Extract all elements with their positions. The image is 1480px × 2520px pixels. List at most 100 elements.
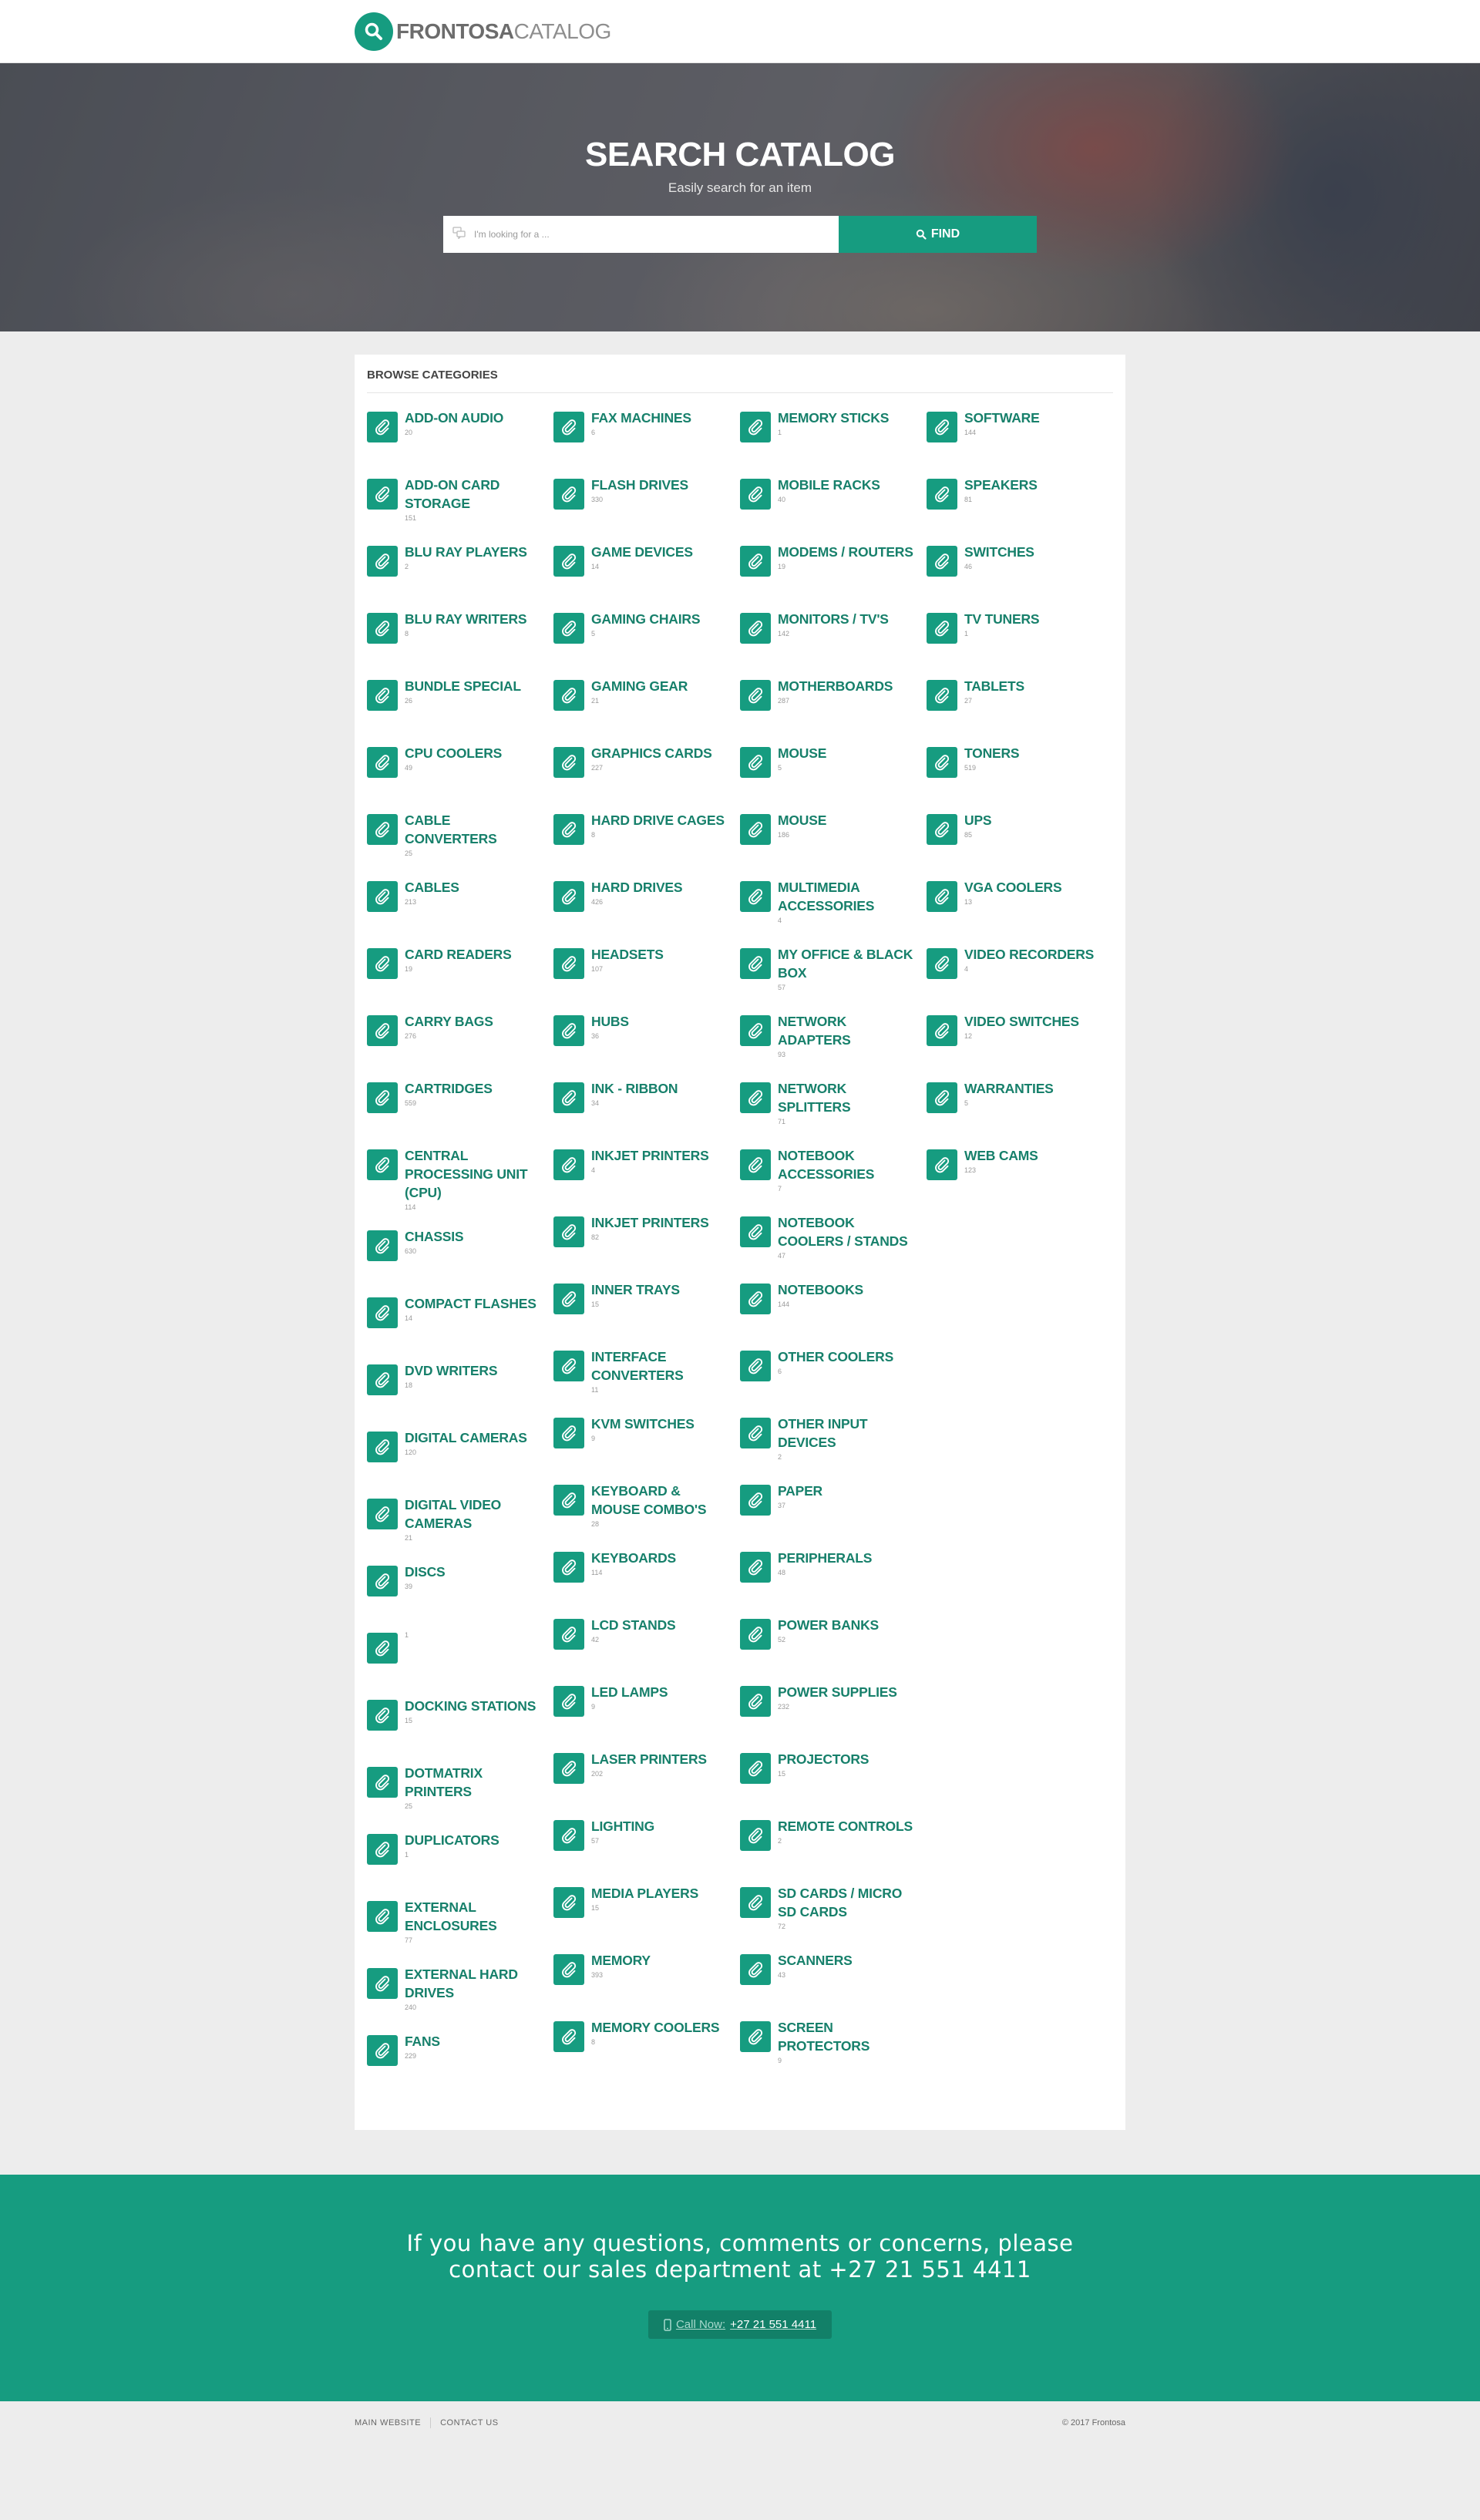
category-item[interactable]: GRAPHICS CARDS 227 [553,744,740,795]
category-item[interactable]: MEDIA PLAYERS 15 [553,1884,740,1935]
category-item[interactable]: LIGHTING 57 [553,1817,740,1868]
category-item[interactable]: HARD DRIVE CAGES 8 [553,811,740,862]
category-item[interactable]: MOUSE 186 [740,811,927,862]
category-item[interactable]: MEMORY COOLERS 8 [553,2018,740,2069]
category-item[interactable]: MOBILE RACKS 40 [740,476,927,527]
category-item[interactable]: MODEMS / ROUTERS 19 [740,543,927,594]
category-item[interactable]: CHASSIS 630 [367,1227,553,1278]
category-item[interactable]: NETWORK SPLITTERS 71 [740,1079,927,1130]
category-item[interactable]: PROJECTORS 15 [740,1750,927,1801]
category-item[interactable]: LED LAMPS 9 [553,1683,740,1734]
category-item[interactable]: KEYBOARD & MOUSE COMBO'S 28 [553,1482,740,1533]
category-item[interactable]: HARD DRIVES 426 [553,878,740,929]
category-name: OTHER INPUT DEVICES [778,1416,868,1450]
category-item[interactable]: NOTEBOOK ACCESSORIES 7 [740,1146,927,1197]
category-item[interactable]: COMPACT FLASHES 14 [367,1294,553,1345]
category-item[interactable]: SD CARDS / MICRO SD CARDS 72 [740,1884,927,1935]
category-item[interactable]: EXTERNAL HARD DRIVES 240 [367,1965,553,2016]
category-item[interactable]: WARRANTIES 5 [927,1079,1113,1130]
category-item[interactable]: INKJET PRINTERS 82 [553,1213,740,1264]
category-item[interactable]: ADD-ON CARD STORAGE 151 [367,476,553,527]
category-item[interactable]: VIDEO SWITCHES 12 [927,1012,1113,1063]
category-item[interactable]: FAX MACHINES 6 [553,409,740,459]
category-item[interactable]: BUNDLE SPECIAL 26 [367,677,553,728]
category-item[interactable]: MEMORY 393 [553,1951,740,2002]
category-item[interactable]: DOCKING STATIONS 15 [367,1697,553,1748]
category-count: 82 [591,1233,600,1241]
contact-us-link[interactable]: CONTACT US [440,2417,499,2427]
category-item[interactable]: WEB CAMS 123 [927,1146,1113,1197]
category-item[interactable]: 1 [367,1630,553,1681]
category-item[interactable]: CPU COOLERS 49 [367,744,553,795]
category-item[interactable]: OTHER COOLERS 6 [740,1347,927,1398]
category-item[interactable]: LASER PRINTERS 202 [553,1750,740,1801]
category-item[interactable]: INKJET PRINTERS 4 [553,1146,740,1197]
category-item[interactable]: MEMORY STICKS 1 [740,409,927,459]
category-item[interactable]: UPS 85 [927,811,1113,862]
category-item[interactable]: TONERS 519 [927,744,1113,795]
category-item[interactable]: DIGITAL CAMERAS 120 [367,1428,553,1479]
category-item[interactable]: HEADSETS 107 [553,945,740,996]
category-item[interactable]: OTHER INPUT DEVICES 2 [740,1415,927,1465]
category-item[interactable]: GAMING GEAR 21 [553,677,740,728]
category-item[interactable]: DISCS 39 [367,1563,553,1613]
category-item[interactable]: KEYBOARDS 114 [553,1549,740,1600]
category-text: MEMORY STICKS 1 [778,409,896,436]
category-item[interactable]: CABLE CONVERTERS 25 [367,811,553,862]
category-item[interactable]: BLU RAY WRITERS 8 [367,610,553,661]
category-item[interactable]: POWER BANKS 52 [740,1616,927,1667]
category-item[interactable]: KVM SWITCHES 9 [553,1415,740,1465]
category-item[interactable]: SOFTWARE 144 [927,409,1113,459]
paperclip-icon [927,412,957,442]
category-item[interactable]: EXTERNAL ENCLOSURES 77 [367,1898,553,1949]
category-item[interactable]: SWITCHES 46 [927,543,1113,594]
category-item[interactable]: SPEAKERS 81 [927,476,1113,527]
category-item[interactable]: FLASH DRIVES 330 [553,476,740,527]
category-item[interactable]: HUBS 36 [553,1012,740,1063]
category-item[interactable]: INK - RIBBON 34 [553,1079,740,1130]
category-item[interactable]: NETWORK ADAPTERS 93 [740,1012,927,1063]
category-item[interactable]: MULTIMEDIA ACCESSORIES 4 [740,878,927,929]
category-item[interactable]: TV TUNERS 1 [927,610,1113,661]
category-item[interactable]: GAMING CHAIRS 5 [553,610,740,661]
category-item[interactable]: VGA COOLERS 13 [927,878,1113,929]
category-item[interactable]: LCD STANDS 42 [553,1616,740,1667]
category-item[interactable]: TABLETS 27 [927,677,1113,728]
category-item[interactable]: POWER SUPPLIES 232 [740,1683,927,1734]
category-text: GAMING CHAIRS 5 [591,610,708,638]
category-item[interactable]: FANS 229 [367,2032,553,2083]
category-item[interactable]: PAPER 37 [740,1482,927,1533]
category-item[interactable]: CENTRAL PROCESSING UNIT (CPU) 114 [367,1146,553,1211]
category-item[interactable]: CARTRIDGES 559 [367,1079,553,1130]
category-item[interactable]: MOUSE 5 [740,744,927,795]
category-item[interactable]: DIGITAL VIDEO CAMERAS 21 [367,1496,553,1546]
category-item[interactable]: DUPLICATORS 1 [367,1831,553,1882]
category-text: CABLES 213 [405,878,467,906]
category-item[interactable]: NOTEBOOK COOLERS / STANDS 47 [740,1213,927,1264]
category-item[interactable]: DVD WRITERS 18 [367,1361,553,1412]
category-item[interactable]: MOTHERBOARDS 287 [740,677,927,728]
main-website-link[interactable]: MAIN WEBSITE [355,2417,421,2427]
category-item[interactable]: VIDEO RECORDERS 4 [927,945,1113,996]
category-item[interactable]: CABLES 213 [367,878,553,929]
category-item[interactable]: SCANNERS 43 [740,1951,927,2002]
category-item[interactable]: INNER TRAYS 15 [553,1280,740,1331]
category-item[interactable]: ADD-ON AUDIO 20 [367,409,553,459]
category-item[interactable]: INTERFACE CONVERTERS 11 [553,1347,740,1398]
category-item[interactable]: DOTMATRIX PRINTERS 25 [367,1764,553,1815]
logo-link[interactable]: FRONTOSACATALOG [355,12,611,51]
category-item[interactable]: BLU RAY PLAYERS 2 [367,543,553,594]
category-item[interactable]: CARRY BAGS 276 [367,1012,553,1063]
category-item[interactable]: REMOTE CONTROLS 2 [740,1817,927,1868]
category-item[interactable]: GAME DEVICES 14 [553,543,740,594]
category-item[interactable]: CARD READERS 19 [367,945,553,996]
category-item[interactable]: SCREEN PROTECTORS 9 [740,2018,927,2069]
category-item[interactable]: PERIPHERALS 48 [740,1549,927,1600]
search-input[interactable] [466,216,839,253]
category-column: SOFTWARE 144 SPEAKERS 81 SWITCHES 46 TV TUNERS… [927,409,1113,2099]
call-now-button[interactable]: Call Now: +27 21 551 4411 [648,2310,832,2339]
category-item[interactable]: MY OFFICE & BLACK BOX 57 [740,945,927,996]
category-item[interactable]: MONITORS / TV'S 142 [740,610,927,661]
find-button[interactable]: FIND [839,216,1037,253]
category-item[interactable]: NOTEBOOKS 144 [740,1280,927,1331]
